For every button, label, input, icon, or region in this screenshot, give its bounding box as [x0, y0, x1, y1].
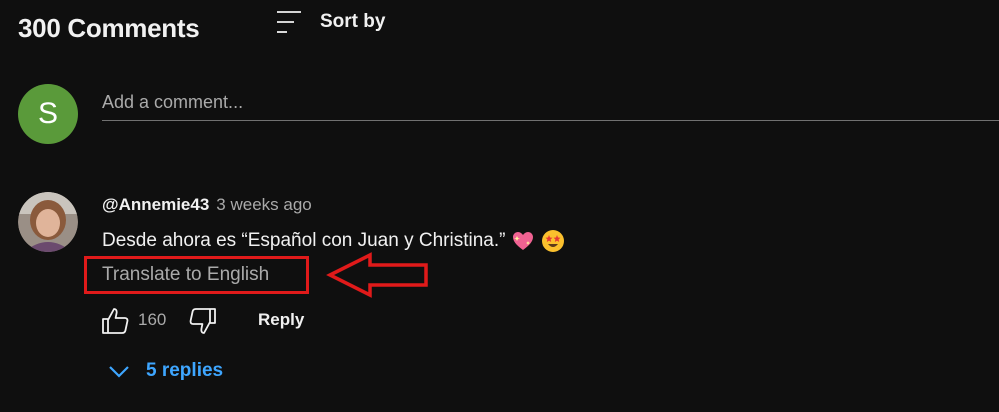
comments-section: 300 Comments Sort by S Add a comment... …: [0, 0, 999, 412]
annotation-arrow-icon: [326, 252, 428, 298]
comment-meta: @Annemie43 3 weeks ago: [102, 195, 312, 215]
comment-author[interactable]: @Annemie43: [102, 195, 209, 215]
comment-timestamp[interactable]: 3 weeks ago: [216, 195, 311, 215]
sort-label: Sort by: [320, 11, 386, 32]
add-comment-placeholder: Add a comment...: [102, 91, 244, 112]
commenter-avatar[interactable]: [18, 192, 78, 252]
comment-body: Desde ahora es “Español con Juan y Chris…: [102, 229, 565, 253]
sparkling-heart-icon: [513, 232, 534, 250]
like-count: 160: [138, 310, 167, 329]
like-icon[interactable]: [100, 306, 130, 336]
reply-button[interactable]: Reply: [258, 310, 304, 330]
sort-by-button[interactable]: Sort by: [274, 9, 385, 35]
comments-header: 300 Comments: [18, 8, 200, 48]
translate-button[interactable]: Translate to English: [102, 264, 269, 286]
view-replies-button[interactable]: 5 replies: [106, 358, 223, 384]
star-struck-icon: [542, 230, 565, 252]
replies-count-label: 5 replies: [146, 360, 224, 381]
dislike-icon[interactable]: [188, 306, 218, 336]
user-avatar: S: [18, 84, 78, 144]
comment-text: Desde ahora es “Español con Juan y Chris…: [102, 230, 506, 251]
avatar-initial: S: [37, 97, 58, 130]
add-comment-input[interactable]: Add a comment...: [102, 84, 999, 121]
sort-icon: [277, 11, 301, 33]
comments-count: 300 Comments: [18, 12, 200, 43]
chevron-down-icon: [109, 366, 129, 378]
